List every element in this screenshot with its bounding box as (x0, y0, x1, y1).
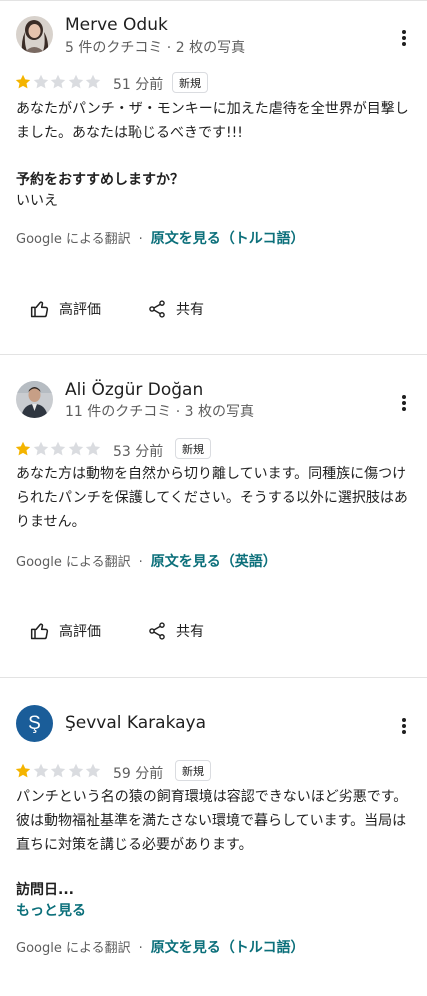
more-options-button[interactable] (392, 391, 416, 415)
separator-dot: · (138, 232, 143, 247)
like-button[interactable]: 高評価 (30, 296, 110, 322)
translated-by: Google による翻訳 (16, 232, 131, 247)
review-text: パンチという名の猿の飼育環境は容認できないほど劣悪です。彼は動物福祉基準を満たさ… (16, 789, 408, 853)
star-filled-icon (15, 74, 31, 89)
avatar[interactable]: Ş (16, 705, 53, 742)
review-card: Ş Şevval Karakaya 59 分前 新規 パンチという名の猿の飼育環… (0, 678, 427, 996)
see-original-link[interactable]: 原文を見る（トルコ語） (151, 231, 305, 247)
more-options-button[interactable] (392, 26, 416, 50)
star-empty-icon (50, 74, 66, 89)
star-empty-icon (68, 74, 83, 89)
avatar[interactable] (16, 381, 53, 418)
star-empty-icon (50, 441, 66, 456)
share-button[interactable]: 共有 (147, 296, 217, 322)
star-empty-icon (85, 74, 101, 89)
thumbs-up-icon (30, 623, 49, 640)
avatar[interactable] (16, 16, 53, 53)
share-label: 共有 (176, 624, 204, 640)
visit-date-label: 訪問日... (16, 882, 74, 898)
reviewer-name[interactable]: Şevval Karakaya (65, 713, 206, 733)
star-empty-icon (33, 441, 48, 456)
review-card: Ali Özgür Doğan 11 件のクチコミ · 3 枚の写真 53 分前… (0, 355, 427, 677)
see-original-link[interactable]: 原文を見る（英語） (151, 554, 277, 570)
new-badge: 新規 (172, 72, 208, 93)
reviewer-meta[interactable]: 11 件のクチコミ · 3 枚の写真 (65, 401, 254, 421)
new-badge: 新規 (175, 438, 211, 459)
share-button[interactable]: 共有 (147, 618, 217, 644)
translation-line: Google による翻訳 · 原文を見る（トルコ語） (16, 228, 304, 248)
review-time: 59 分前 (113, 766, 164, 782)
like-button[interactable]: 高評価 (30, 618, 110, 644)
like-label: 高評価 (59, 302, 101, 318)
reviewer-name[interactable]: Merve Oduk (65, 15, 168, 35)
share-icon (149, 300, 165, 318)
reviewer-name[interactable]: Ali Özgür Doğan (65, 380, 203, 400)
new-badge: 新規 (175, 760, 211, 781)
separator-dot: · (138, 555, 143, 570)
translation-line: Google による翻訳 · 原文を見る（英語） (16, 551, 277, 571)
separator-dot: · (138, 941, 143, 956)
star-empty-icon (68, 763, 83, 778)
reviewer-meta[interactable]: 5 件のクチコミ · 2 枚の写真 (65, 37, 245, 57)
star-empty-icon (33, 763, 48, 778)
star-empty-icon (85, 763, 101, 778)
translated-by: Google による翻訳 (16, 941, 131, 956)
star-empty-icon (85, 441, 101, 456)
star-filled-icon (15, 763, 31, 778)
see-original-link[interactable]: 原文を見る（トルコ語） (151, 940, 305, 956)
share-label: 共有 (176, 302, 204, 318)
star-filled-icon (15, 441, 31, 456)
share-icon (149, 622, 165, 640)
star-empty-icon (33, 74, 48, 89)
translated-by: Google による翻訳 (16, 555, 131, 570)
thumbs-up-icon (30, 301, 49, 318)
read-more-link[interactable]: もっと見る (16, 900, 86, 920)
question-answer: いいえ (16, 193, 58, 209)
like-label: 高評価 (59, 624, 101, 640)
star-empty-icon (50, 763, 66, 778)
review-time: 51 分前 (113, 77, 164, 93)
translation-line: Google による翻訳 · 原文を見る（トルコ語） (16, 937, 304, 957)
review-text: あなたがパンチ・ザ・モンキーに加えた虐待を全世界が目撃しました。あなたは恥じるべ… (16, 101, 409, 141)
review-text: あなた方は動物を自然から切り離しています。同種族に傷つけられたパンチを保護してく… (16, 466, 408, 530)
more-options-button[interactable] (392, 714, 416, 738)
review-time: 53 分前 (113, 444, 164, 460)
review-card: Merve Oduk 5 件のクチコミ · 2 枚の写真 51 分前 新規 あな… (0, 0, 427, 354)
star-empty-icon (68, 441, 83, 456)
question-label: 予約をおすすめしますか？ (16, 172, 184, 188)
